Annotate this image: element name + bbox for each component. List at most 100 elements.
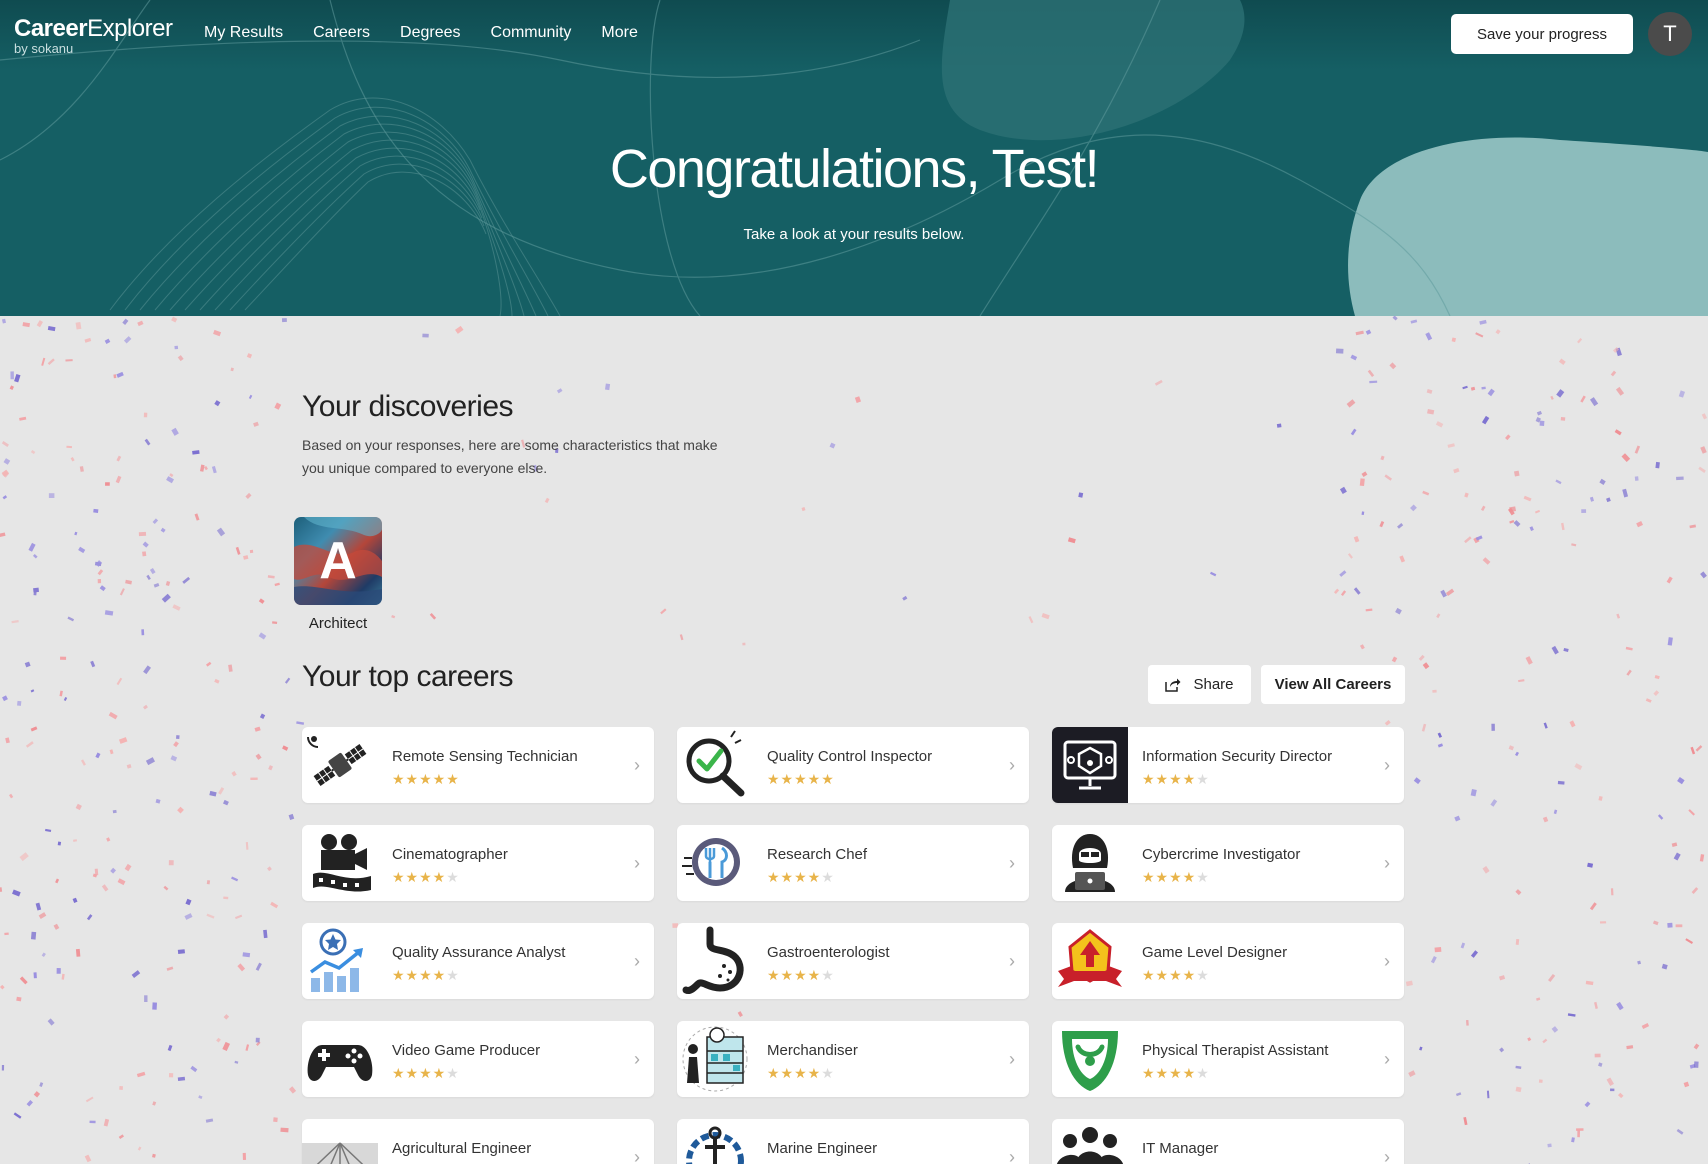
- confetti-piece: [1419, 1046, 1423, 1051]
- confetti-piece: [75, 322, 82, 330]
- confetti-piece: [117, 878, 126, 886]
- confetti-piece: [205, 661, 212, 667]
- confetti-piece: [1556, 389, 1565, 398]
- confetti-piece: [143, 665, 152, 675]
- confetti-piece: [1538, 1079, 1543, 1083]
- confetti-piece: [1661, 963, 1668, 970]
- career-card[interactable]: IT Manager ★★★★★ ›: [1052, 1119, 1404, 1164]
- confetti-piece: [255, 962, 262, 971]
- career-card[interactable]: Research Chef ★★★★★ ›: [677, 825, 1029, 901]
- confetti-piece: [1490, 799, 1498, 807]
- career-card[interactable]: Cinematographer ★★★★★ ›: [302, 825, 654, 901]
- confetti-piece: [230, 367, 234, 372]
- career-card[interactable]: Physical Therapist Assistant ★★★★★ ›: [1052, 1021, 1404, 1097]
- confetti-piece: [246, 353, 253, 359]
- confetti-piece: [48, 493, 55, 498]
- confetti-piece: [1626, 1045, 1634, 1050]
- confetti-piece: [1359, 478, 1365, 487]
- confetti-piece: [273, 1117, 278, 1123]
- confetti-piece: [1347, 553, 1353, 559]
- confetti-piece: [45, 828, 52, 832]
- career-card[interactable]: Quality Control Inspector ★★★★★ ›: [677, 727, 1029, 803]
- confetti-piece: [185, 898, 192, 906]
- confetti-piece: [1399, 555, 1406, 563]
- confetti-piece: [198, 1095, 203, 1099]
- confetti-piece: [604, 383, 611, 391]
- confetti-piece: [1690, 746, 1696, 755]
- confetti-piece: [60, 656, 67, 660]
- confetti-piece: [737, 1011, 743, 1018]
- rating-stars: ★★★★★: [1142, 869, 1210, 885]
- confetti-piece: [1616, 613, 1621, 619]
- career-explorer-logo[interactable]: CareerExplorer by sokanu: [14, 16, 173, 56]
- confetti-piece: [1470, 788, 1477, 797]
- confetti-piece: [141, 629, 145, 636]
- nav-degrees[interactable]: Degrees: [400, 24, 460, 42]
- user-avatar[interactable]: T: [1648, 12, 1692, 56]
- career-title: Agricultural Engineer: [392, 1140, 532, 1157]
- confetti-piece: [1479, 319, 1487, 325]
- confetti-piece: [248, 394, 253, 399]
- confetti-piece: [1440, 589, 1447, 598]
- confetti-piece: [9, 385, 14, 390]
- share-button[interactable]: Share: [1148, 665, 1251, 704]
- save-progress-button[interactable]: Save your progress: [1451, 14, 1633, 54]
- nav-careers[interactable]: Careers: [313, 24, 370, 42]
- confetti-piece: [24, 661, 31, 668]
- nav-my-results[interactable]: My Results: [204, 24, 283, 42]
- confetti-piece: [26, 1099, 34, 1107]
- confetti-piece: [1542, 1038, 1548, 1044]
- career-card[interactable]: Information Security Director ★★★★★ ›: [1052, 727, 1404, 803]
- confetti-piece: [47, 358, 55, 366]
- career-card[interactable]: Agricultural Engineer ★★★★★ ›: [302, 1119, 654, 1164]
- confetti-piece: [75, 803, 82, 811]
- confetti-piece: [61, 973, 65, 980]
- confetti-piece: [255, 1037, 260, 1043]
- confetti-piece: [1462, 385, 1468, 390]
- career-title: Cinematographer: [392, 846, 508, 863]
- discovery-tile: A: [294, 517, 382, 605]
- confetti-piece: [1209, 571, 1217, 577]
- confetti-piece: [1365, 608, 1373, 612]
- discovery-architect[interactable]: A Architect: [294, 517, 382, 632]
- confetti-piece: [16, 996, 22, 1002]
- nav-more[interactable]: More: [601, 24, 637, 42]
- career-card[interactable]: Video Game Producer ★★★★★ ›: [302, 1021, 654, 1097]
- confetti-piece: [75, 948, 81, 957]
- confetti-piece: [270, 901, 279, 909]
- confetti-piece: [1482, 866, 1490, 874]
- confetti-piece: [108, 711, 118, 720]
- confetti-piece: [199, 464, 205, 472]
- confetti-piece: [142, 541, 149, 548]
- confetti-piece: [143, 412, 148, 418]
- confetti-piece: [1617, 1092, 1624, 1099]
- confetti-piece: [118, 737, 128, 744]
- confetti-piece: [1550, 395, 1554, 400]
- confetti-piece: [249, 549, 254, 554]
- view-all-careers-button[interactable]: View All Careers: [1261, 665, 1405, 704]
- confetti-piece: [161, 593, 171, 603]
- confetti-piece: [89, 1120, 96, 1124]
- confetti-piece: [1346, 399, 1356, 408]
- confetti-piece: [1426, 389, 1433, 394]
- confetti-piece: [1641, 1023, 1650, 1029]
- confetti-piece: [1515, 889, 1522, 896]
- career-card[interactable]: Merchandiser ★★★★★ ›: [677, 1021, 1029, 1097]
- confetti-piece: [1676, 476, 1684, 481]
- main-nav: My Results Careers Degrees Community Mor…: [204, 24, 668, 42]
- confetti-piece: [282, 745, 289, 751]
- career-card[interactable]: Remote Sensing Technician ★★★★★ ›: [302, 727, 654, 803]
- career-card[interactable]: Marine Engineer ★★★★★ ›: [677, 1119, 1029, 1164]
- career-card[interactable]: Game Level Designer ★★★★★ ›: [1052, 923, 1404, 999]
- confetti-piece: [1425, 332, 1433, 341]
- career-card[interactable]: Gastroenterologist ★★★★★ ›: [677, 923, 1029, 999]
- confetti-piece: [263, 929, 268, 939]
- confetti-piece: [235, 914, 243, 920]
- career-card[interactable]: Quality Assurance Analyst ★★★★★ ›: [302, 923, 654, 999]
- confetti-piece: [1470, 950, 1478, 958]
- confetti-piece: [281, 318, 287, 323]
- confetti-piece: [1350, 428, 1357, 436]
- confetti-piece: [1548, 973, 1556, 982]
- career-card[interactable]: Cybercrime Investigator ★★★★★ ›: [1052, 825, 1404, 901]
- nav-community[interactable]: Community: [491, 24, 572, 42]
